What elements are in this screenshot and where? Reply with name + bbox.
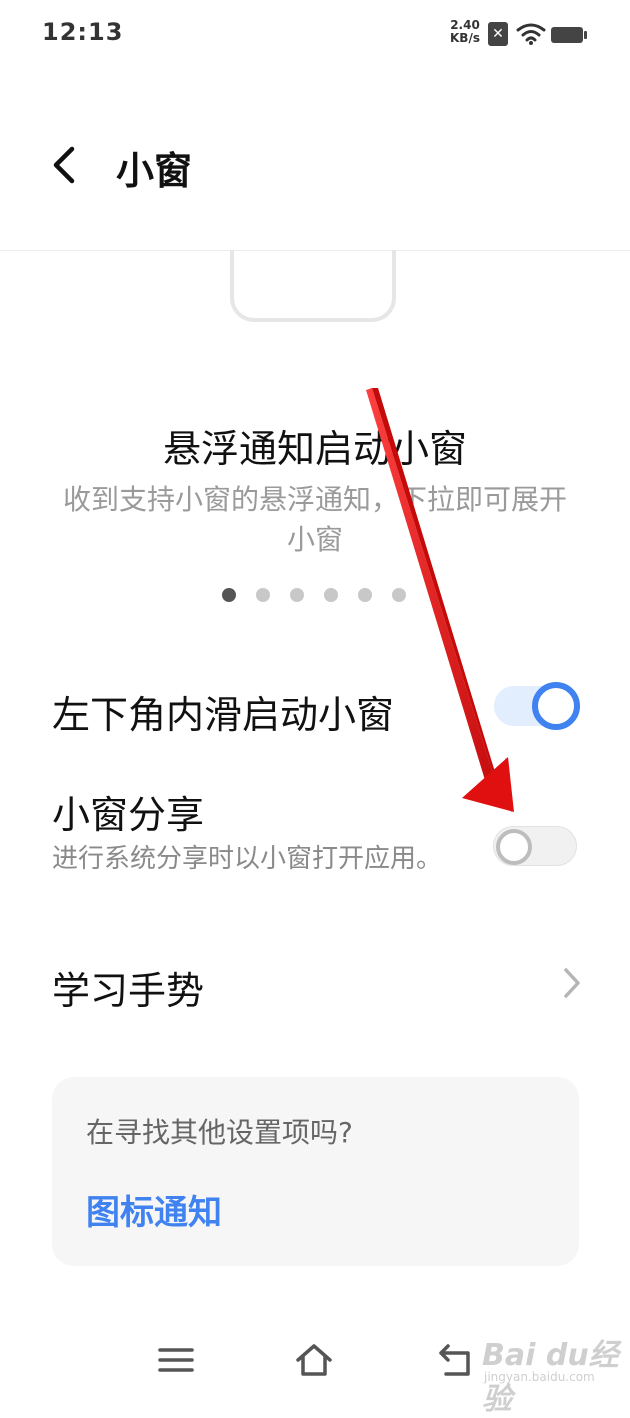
page-dot[interactable] — [392, 588, 406, 602]
toggle-knob — [532, 682, 580, 730]
battery-icon — [551, 27, 587, 43]
watermark-url: jingyan.baidu.com — [484, 1370, 595, 1384]
setting-share-description: 进行系统分享时以小窗打开应用。 — [52, 844, 443, 874]
page-dot[interactable] — [256, 588, 270, 602]
carousel-page-indicator — [222, 588, 412, 604]
feature-title: 悬浮通知启动小窗 — [162, 427, 467, 471]
chevron-left-icon[interactable] — [46, 145, 82, 185]
edge-swipe-toggle[interactable] — [494, 682, 580, 730]
icon-notification-link[interactable]: 图标通知 — [86, 1185, 222, 1234]
illustration-preview — [230, 250, 396, 322]
sim-off-icon: ✕ — [488, 22, 508, 46]
home-icon[interactable] — [294, 1340, 334, 1380]
setting-learn-gestures[interactable]: 学习手势 — [52, 960, 204, 1015]
app-header: 小窗 — [0, 100, 630, 251]
network-speed: 2.40 KB/s — [446, 19, 484, 45]
hint-title: 在寻找其他设置项吗? — [86, 1116, 353, 1149]
other-settings-card: 在寻找其他设置项吗? 图标通知 — [52, 1077, 579, 1266]
toggle-knob — [496, 829, 532, 865]
setting-share-label: 小窗分享 — [52, 793, 205, 837]
chevron-right-icon[interactable] — [560, 966, 584, 1000]
page-title: 小窗 — [116, 149, 193, 193]
network-speed-unit: KB/s — [450, 31, 480, 45]
feature-description: 收到支持小窗的悬浮通知，下拉即可展开小窗 — [62, 483, 567, 556]
status-time: 12:13 — [42, 18, 124, 46]
page-dot[interactable] — [290, 588, 304, 602]
share-toggle[interactable] — [493, 826, 577, 866]
page-dot[interactable] — [222, 588, 236, 602]
page-dot[interactable] — [358, 588, 372, 602]
wifi-icon — [516, 23, 546, 45]
status-bar: 12:13 2.40 KB/s ✕ — [0, 0, 630, 70]
baidu-jingyan-watermark: Bai du经验 jingyan.baidu.com — [482, 1330, 622, 1417]
setting-edge-swipe-label: 左下角内滑启动小窗 — [52, 693, 395, 737]
menu-icon[interactable] — [156, 1340, 196, 1380]
back-icon[interactable] — [436, 1340, 476, 1380]
page-dot[interactable] — [324, 588, 338, 602]
